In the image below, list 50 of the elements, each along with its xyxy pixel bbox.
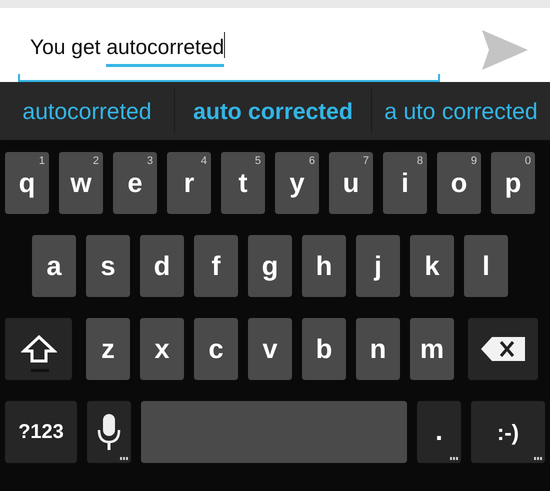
letter-key[interactable]: k [410,235,454,297]
letter-key[interactable]: o 9 [437,152,481,214]
letter-key[interactable]: g [248,235,292,297]
letter-key[interactable]: r 4 [167,152,211,214]
letter-key[interactable]: u 7 [329,152,373,214]
smiley-key[interactable]: :-) [471,401,545,463]
letter-key[interactable]: m [410,318,454,380]
delete-key[interactable] [468,318,538,380]
letter-key[interactable]: b [302,318,346,380]
backspace-icon [481,337,525,361]
letter-key[interactable]: s [86,235,130,297]
letter-key[interactable]: p 0 [491,152,535,214]
letter-key[interactable]: d [140,235,184,297]
period-key[interactable]: . [417,401,461,463]
letter-key[interactable]: y 6 [275,152,319,214]
letter-key[interactable]: l [464,235,508,297]
letter-key[interactable]: n [356,318,400,380]
letter-key[interactable]: f [194,235,238,297]
letter-key[interactable]: q 1 [5,152,49,214]
send-icon [482,30,528,70]
letter-key[interactable]: a [32,235,76,297]
symbols-key[interactable]: ?123 [5,401,77,463]
shift-icon [20,334,56,364]
key-hint: 1 [38,154,45,169]
key-hint: 3 [146,154,153,169]
key-hint: 2 [92,154,99,169]
letter-key[interactable]: z [86,318,130,380]
letter-key[interactable]: v [248,318,292,380]
key-hint: 7 [362,154,369,169]
letter-key[interactable]: c [194,318,238,380]
microphone-icon [97,414,121,450]
shift-key[interactable] [5,318,72,380]
letter-key[interactable]: j [356,235,400,297]
key-hint: 5 [254,154,261,169]
letter-key[interactable]: w 2 [59,152,103,214]
microphone-key[interactable] [87,401,131,463]
letter-key[interactable]: x [140,318,184,380]
key-hint: 6 [308,154,315,169]
letter-key[interactable]: i 8 [383,152,427,214]
key-hint: 8 [416,154,423,169]
text-cursor [224,32,226,58]
key-hint: 9 [470,154,477,169]
letter-key[interactable]: h [302,235,346,297]
key-hint: 0 [524,154,531,169]
suggestion[interactable]: auto corrected [175,82,371,140]
key-hint: 4 [200,154,207,169]
letter-key[interactable]: e 3 [113,152,157,214]
suggestion[interactable]: autocorreted [0,82,174,140]
suggestion[interactable]: a uto corrected [372,82,550,140]
letter-key[interactable]: t 5 [221,152,265,214]
